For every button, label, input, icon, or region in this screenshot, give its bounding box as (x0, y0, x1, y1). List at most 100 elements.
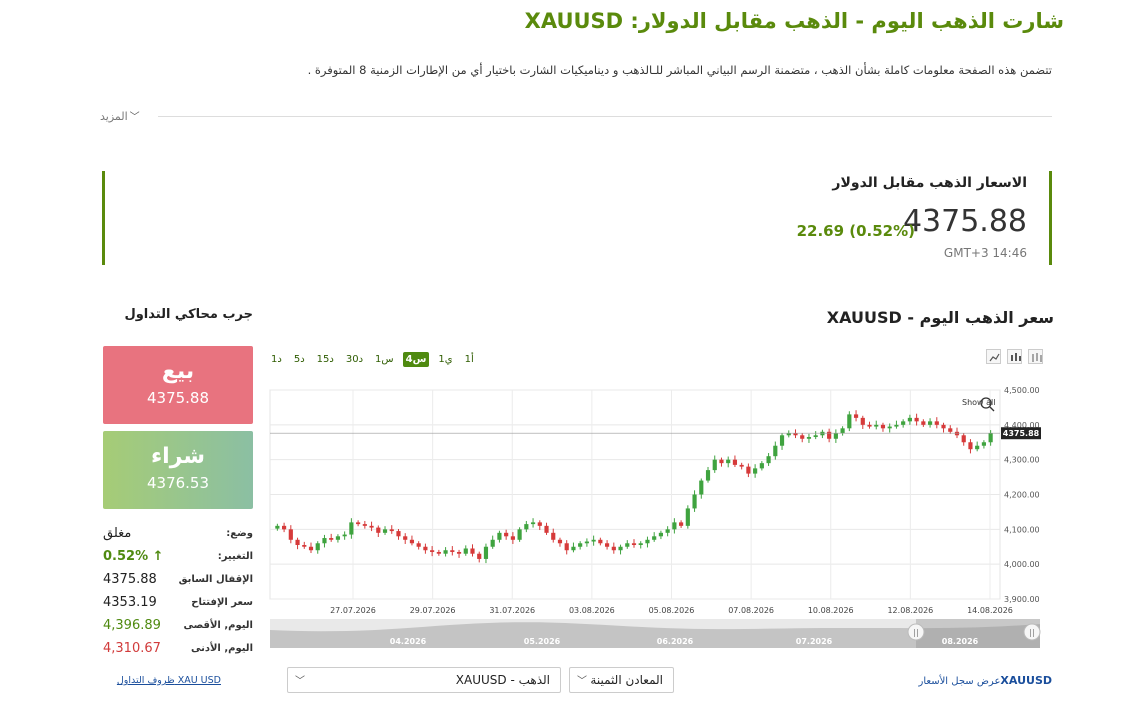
candle-body (517, 529, 522, 540)
timeframe-5m[interactable]: 5د (291, 352, 308, 367)
quote-title: الاسعار الذهب مقابل الدولار (832, 175, 1027, 191)
candle-chart-icon[interactable] (1007, 349, 1022, 364)
candle-body (356, 522, 361, 525)
sell-button[interactable]: بيع 4375.88 (103, 346, 253, 424)
stat-label: وضع: (226, 528, 253, 539)
candle-body (934, 421, 939, 425)
stat-label: التغيير: (217, 551, 253, 562)
candle-body (598, 539, 603, 544)
stat-row-open: سعر الإفتتاح 4353.19 (103, 595, 253, 618)
timeframe-15m[interactable]: 15د (314, 352, 337, 367)
timeframe-30m[interactable]: 30د (343, 352, 366, 367)
candle-body (853, 414, 859, 418)
quote-time: GMT+3 14:46 (943, 246, 1027, 260)
candle-body (981, 442, 986, 446)
stat-value: 4,310.67 (103, 641, 161, 656)
candle-body (779, 435, 785, 446)
candle-body (504, 532, 509, 537)
stat-value: مغلق (103, 526, 132, 541)
divider (158, 116, 1052, 117)
candle-body (968, 442, 973, 450)
candle-body (988, 433, 993, 443)
candle-body (732, 459, 738, 465)
candle-body (867, 424, 872, 427)
navigator-label: 04.2026 (390, 637, 427, 646)
quote-price: 4375.88 (902, 204, 1027, 239)
timeframe-4H[interactable]: 4س (402, 351, 430, 367)
candle-body (409, 539, 415, 544)
candle-body (652, 536, 657, 540)
y-tick-label: 3,900.00 (1004, 595, 1040, 604)
price-chart[interactable]: 4,500.004,400.004,300.004,200.004,100.00… (268, 380, 1052, 652)
candle-body (894, 424, 899, 427)
candle-body (288, 529, 293, 540)
candle-body (342, 534, 347, 537)
x-tick-label: 07.08.2026 (728, 606, 774, 615)
y-tick-label: 4,300.00 (1004, 456, 1040, 465)
candle-body (766, 456, 771, 464)
candle-body (625, 543, 630, 547)
timeframe-bar: 1أ 1ي 4س 1س 30د 15د 5د 1د (268, 349, 477, 369)
candle-body (887, 426, 892, 429)
candle-body (658, 532, 664, 537)
candle-body (302, 545, 307, 547)
candle-body (726, 459, 731, 464)
line-chart-icon[interactable] (986, 349, 1001, 364)
buy-price: 4376.53 (146, 474, 210, 493)
candle-body (954, 431, 960, 436)
navigator-label: 07.2026 (796, 637, 833, 646)
candle-body (611, 546, 616, 551)
buy-button[interactable]: شراء 4376.53 (103, 431, 253, 509)
trading-conditions-link[interactable]: ظروف التداول XAU USD (103, 675, 221, 686)
candle-body (739, 464, 744, 467)
x-tick-label: 31.07.2026 (489, 606, 535, 615)
stat-label: اليوم, الأدنى (190, 643, 253, 654)
candle-body (544, 525, 549, 533)
simulator-title: جرب محاكي التداول (124, 307, 253, 322)
current-price-label: 4375.88 (1003, 429, 1040, 438)
candle-body (880, 424, 886, 429)
stat-value: 4,396.89 (103, 618, 161, 633)
bar-chart-icon[interactable] (1028, 349, 1043, 364)
price-history-link[interactable]: XAUUSDعرض سجل الأسعار (900, 674, 1052, 687)
stat-label: سعر الإفتتاح (191, 597, 253, 608)
candle-body (618, 546, 623, 551)
candle-body (806, 437, 812, 439)
chevron-down-icon: ﹀ (295, 676, 305, 687)
timeframe-1m[interactable]: 1د (268, 352, 285, 367)
stat-label: الإقفال السابق (178, 574, 253, 585)
stat-row-low: اليوم, الأدنى 4,310.67 (103, 641, 253, 664)
quote-change: 22.69 (0.52%) (796, 222, 915, 240)
candle-body (631, 543, 637, 546)
candle-body (349, 522, 354, 535)
candle-body (376, 527, 381, 533)
buy-label: شراء (150, 444, 206, 469)
candle-body (941, 424, 946, 429)
category-select-value: المعادن الثمينة (590, 673, 663, 687)
x-tick-label: 14.08.2026 (967, 606, 1013, 615)
timeframe-1H[interactable]: 1س (372, 352, 397, 367)
quote-box: الاسعار الذهب مقابل الدولار 4375.88 22.6… (102, 171, 1052, 265)
page-intro: تتضمن هذه الصفحة معلومات كاملة بشأن الذه… (307, 63, 1052, 77)
candle-body (679, 522, 684, 526)
x-tick-label: 03.08.2026 (569, 606, 615, 615)
history-text: عرض سجل الأسعار (918, 676, 1001, 687)
candle-body (847, 414, 852, 429)
timeframe-1D[interactable]: 1ي (435, 352, 455, 367)
candle-body (584, 541, 589, 544)
instrument-select[interactable]: XAUUSD - الذهب ﹀ (287, 667, 561, 693)
candle-body (921, 421, 926, 425)
candle-body (497, 532, 502, 540)
stat-row-change: التغيير: 0.52% ↑ (103, 549, 253, 572)
candle-body (820, 431, 825, 436)
candle-body (571, 546, 576, 551)
chevron-down-icon: ﹀ (129, 112, 140, 123)
candle-body (403, 536, 408, 540)
chevron-down-icon: ﹀ (577, 676, 587, 687)
timeframe-1M[interactable]: 1أ (462, 352, 477, 367)
candle-body (874, 424, 879, 427)
more-toggle[interactable]: ﹀المزيد (100, 108, 140, 123)
candle-body (712, 459, 717, 471)
category-select[interactable]: المعادن الثمينة ﹀ (569, 667, 674, 693)
candle-body (759, 463, 764, 469)
